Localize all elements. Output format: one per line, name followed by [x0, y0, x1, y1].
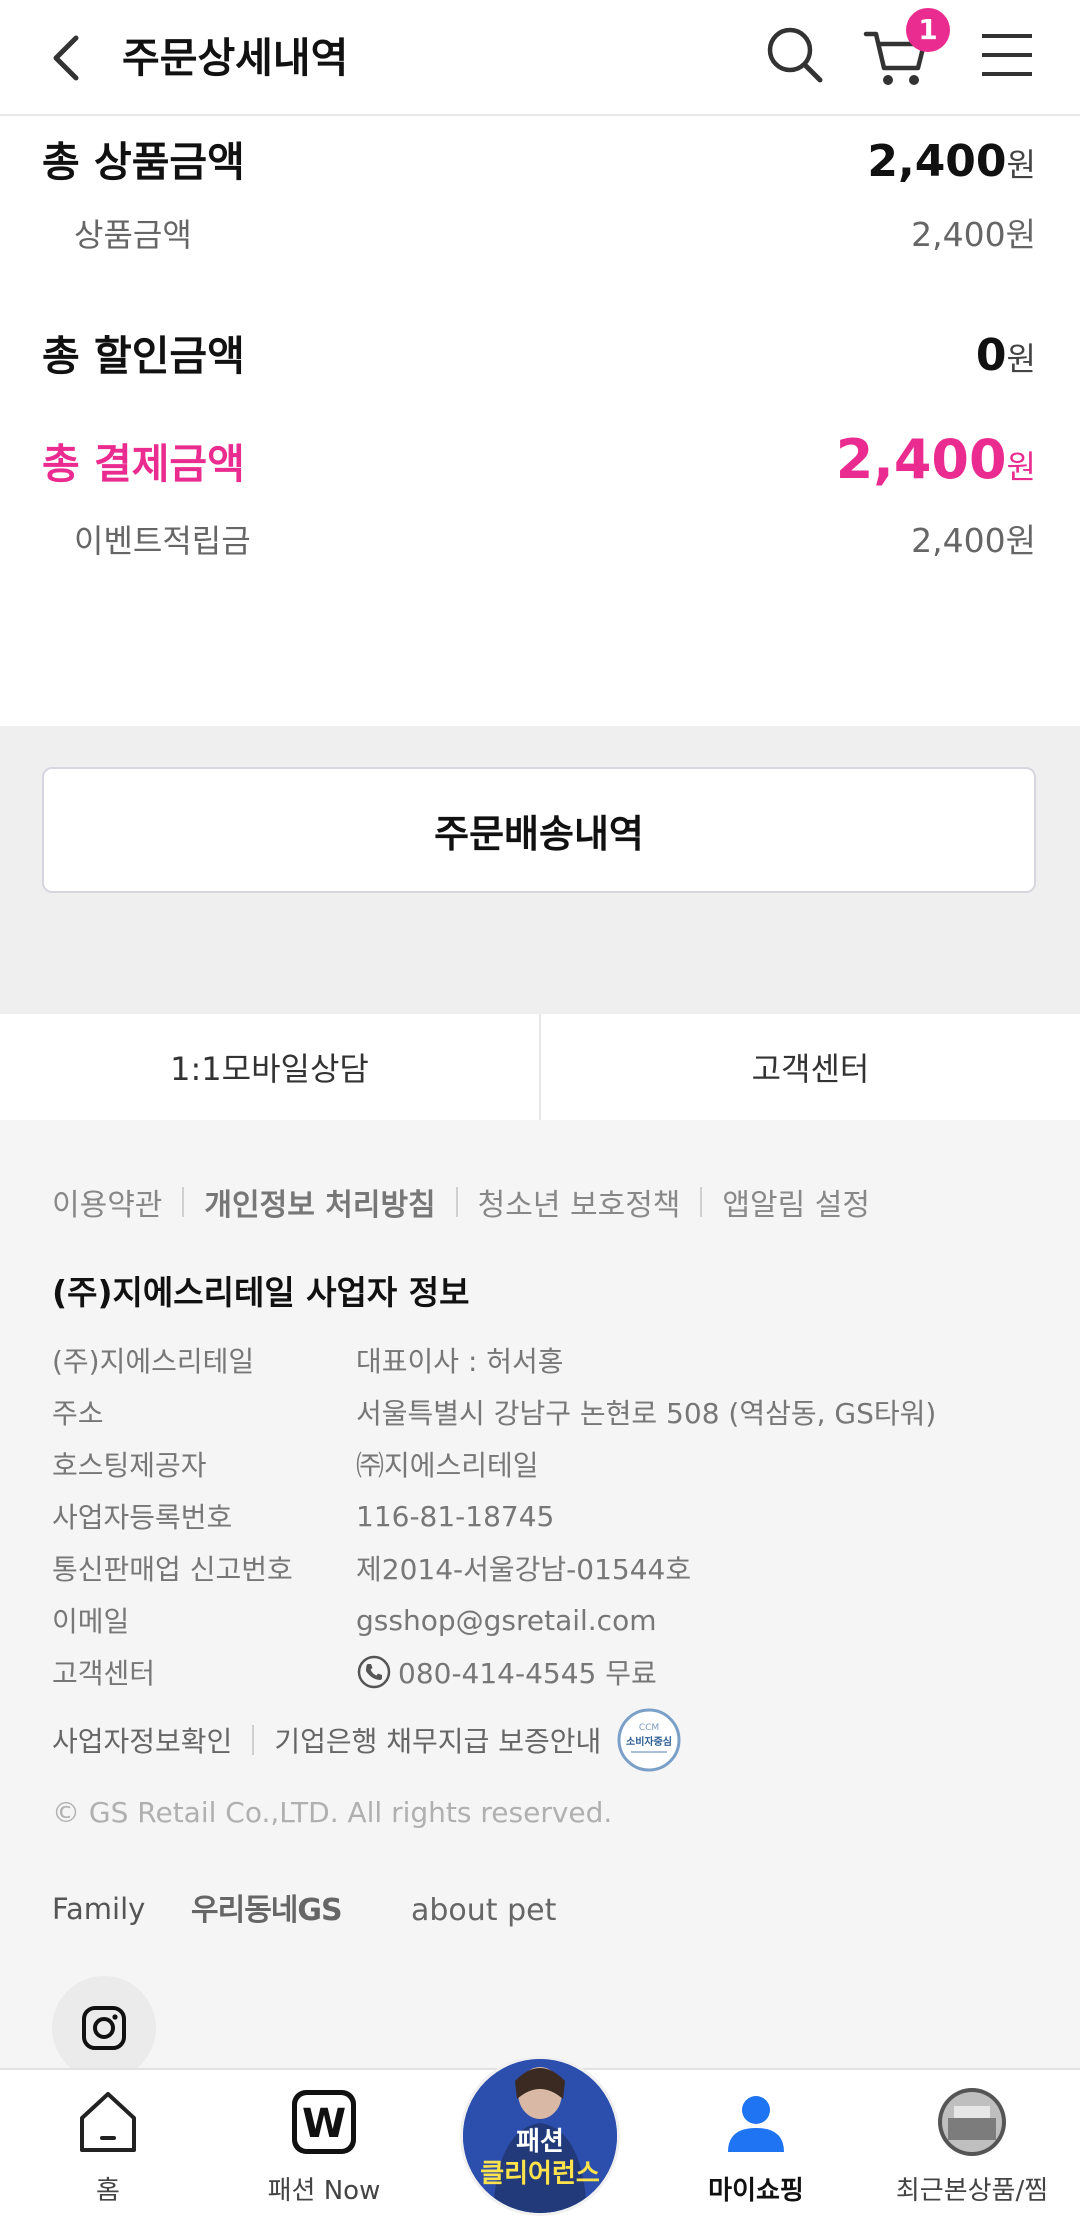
fashion-now-icon: W — [292, 2090, 356, 2154]
instagram-button[interactable] — [52, 1976, 156, 2080]
customer-center-phone[interactable]: 080-414-4545 무료 — [356, 1652, 657, 1692]
customer-center-button[interactable]: 고객센터 — [539, 1014, 1080, 1120]
footer: 이용약관 개인정보 처리방침 청소년 보호정책 앱알림 설정 (주)지에스리테일… — [0, 1120, 1080, 2080]
nav-home[interactable]: 홈 — [0, 2070, 216, 2216]
ccm-badge-icon: CCM 소비자중심 — [617, 1708, 681, 1772]
svg-text:우리동네GS: 우리동네GS — [191, 1893, 342, 1928]
app-header: 주문상세내역 1 — [0, 0, 1080, 116]
mobile-consult-button[interactable]: 1:1모바일상담 — [0, 1014, 539, 1120]
divider — [182, 1187, 185, 1217]
order-delivery-button[interactable]: 주문배송내역 — [42, 767, 1036, 893]
product-amount: 2,400원 — [911, 215, 1036, 254]
company-info-title: (주)지에스리테일 사업자 정보 — [52, 1273, 470, 1312]
divider — [455, 1187, 458, 1217]
total-discount-amount: 0원 — [975, 330, 1036, 381]
app-notification-settings-link[interactable]: 앱알림 설정 — [722, 1180, 870, 1224]
product-label: 상품금액 — [74, 216, 192, 254]
info-row: 이메일 gsshop@gsretail.com — [52, 1603, 657, 1639]
recent-product-thumbnail-icon — [938, 2088, 1006, 2156]
total-product-row: 총 상품금액 2,400원 — [42, 128, 1036, 188]
hamburger-menu-icon[interactable] — [978, 26, 1036, 84]
info-row: 호스팅제공자 ㈜지에스리테일 — [52, 1449, 539, 1482]
family-label: Family — [52, 1892, 146, 1926]
footer-bottom-links: 사업자정보확인 기업은행 채무지급 보증안내 CCM 소비자중심 — [52, 1708, 681, 1772]
business-info-link[interactable]: 사업자정보확인 — [52, 1720, 232, 1760]
svg-text:about pet: about pet — [411, 1893, 557, 1928]
cart-count-badge: 1 — [906, 8, 950, 52]
woori-dongne-gs-logo[interactable]: 우리동네GS — [191, 1882, 363, 1936]
company-info-table: (주)지에스리테일 대표이사 : 허서홍 주소 서울특별시 강남구 논현로 508 … — [52, 1334, 1032, 1698]
divider — [252, 1725, 255, 1755]
total-discount-row: 총 할인금액 0원 — [42, 322, 1036, 382]
total-payment-amount: 2,400원 — [835, 428, 1036, 491]
svg-text:소비자중심: 소비자중심 — [626, 1735, 672, 1748]
my-shopping-person-icon — [728, 2096, 784, 2152]
terms-link[interactable]: 이용약관 — [52, 1180, 162, 1224]
ibk-guarantee-link[interactable]: 기업은행 채무지급 보증안내 — [274, 1720, 601, 1760]
home-icon — [80, 2092, 136, 2152]
total-product-label: 총 상품금액 — [42, 138, 245, 186]
youth-policy-link[interactable]: 청소년 보호정책 — [478, 1180, 681, 1224]
privacy-policy-link[interactable]: 개인정보 처리방침 — [204, 1180, 435, 1224]
page-title: 주문상세내역 — [122, 34, 349, 82]
nav-fashion-now[interactable]: W 패션 Now — [216, 2070, 432, 2216]
svg-text:CCM: CCM — [639, 1723, 659, 1733]
product-row: 상품금액 2,400원 — [42, 208, 1036, 256]
info-row: 사업자등록번호 116-81-18745 — [52, 1499, 555, 1535]
customer-service-tabs: 1:1모바일상담 고객센터 — [0, 1014, 1080, 1120]
instagram-icon — [82, 2006, 126, 2050]
nav-recent-wishlist[interactable]: 최근본상품/찜 — [864, 2070, 1080, 2216]
back-arrow-icon[interactable] — [38, 26, 102, 90]
divider — [700, 1187, 703, 1217]
total-discount-label: 총 할인금액 — [42, 332, 245, 380]
event-points-row: 이벤트적립금 2,400원 — [42, 514, 1036, 562]
about-pet-logo[interactable]: about pet — [411, 1882, 579, 1936]
total-payment-label: 총 결제금액 — [42, 440, 245, 488]
total-product-amount: 2,400원 — [867, 136, 1036, 187]
event-points-label: 이벤트적립금 — [74, 522, 251, 560]
event-points-amount: 2,400원 — [911, 521, 1036, 560]
copyright-text: © GS Retail Co.,LTD. All rights reserved… — [52, 1796, 613, 1829]
info-row: 주소 서울특별시 강남구 논현로 508 (역삼동, GS타워) — [52, 1397, 937, 1430]
info-row: 통신판매업 신고번호 제2014-서울강남-01544호 — [52, 1553, 692, 1586]
info-row: (주)지에스리테일 대표이사 : 허서홍 — [52, 1345, 564, 1378]
fashion-clearance-promo-button[interactable]: 패션 클리어런스 — [460, 2056, 620, 2216]
search-icon[interactable] — [762, 22, 828, 88]
info-row: 고객센터 080-414-4545 무료 — [52, 1646, 1032, 1698]
total-payment-row: 총 결제금액 2,400원 — [42, 428, 1036, 491]
nav-my-shopping[interactable]: 마이쇼핑 — [648, 2070, 864, 2216]
svg-text:W: W — [302, 2101, 346, 2147]
footer-links: 이용약관 개인정보 처리방침 청소년 보호정책 앱알림 설정 — [52, 1180, 870, 1224]
phone-icon — [357, 1655, 391, 1689]
family-sites: Family 우리동네GS about pet — [52, 1882, 579, 1936]
